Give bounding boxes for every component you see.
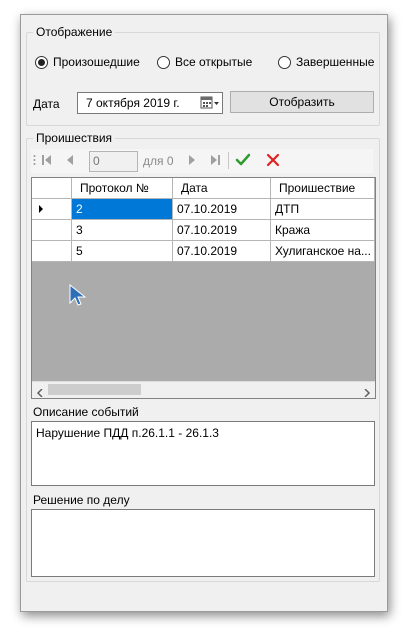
radio-occurred-circle[interactable] (35, 55, 48, 69)
cell-protocol[interactable]: 5 (72, 241, 173, 262)
date-picker-value: 7 октября 2019 г. (86, 96, 180, 110)
radio-completed-circle[interactable] (278, 55, 291, 69)
row-header-corner (32, 178, 72, 199)
column-header-date[interactable]: Дата (173, 178, 271, 199)
column-header-incident[interactable]: Проишествие (271, 178, 375, 199)
cell-protocol[interactable]: 3 (72, 220, 173, 241)
current-row-arrow-icon (39, 205, 43, 213)
cell-incident[interactable]: ДТП (271, 199, 375, 220)
table-row[interactable]: 2 07.10.2019 ДТП (32, 199, 375, 220)
incidents-group-title: Проишествия (33, 131, 116, 145)
row-header[interactable] (32, 220, 72, 241)
confirm-check-icon[interactable] (235, 152, 251, 171)
display-group-title: Отображение (33, 25, 116, 39)
position-input[interactable]: 0 (89, 151, 138, 172)
description-label: Описание событий (33, 405, 139, 419)
grid-header-row: Протокол № Дата Проишествие (32, 178, 375, 199)
toolbar-separator (228, 152, 229, 169)
cell-date[interactable]: 07.10.2019 (173, 241, 271, 262)
horizontal-scrollbar[interactable] (32, 381, 375, 398)
cell-incident[interactable]: Кража (271, 220, 375, 241)
move-previous-icon[interactable] (65, 154, 77, 169)
decision-textarea[interactable] (31, 509, 375, 577)
scrollbar-thumb[interactable] (48, 384, 141, 395)
radio-all-open-circle[interactable] (157, 55, 170, 69)
radio-all-open-label: Все открытые (175, 55, 253, 69)
main-window: Отображение Произошедшие Все открытые За… (20, 14, 388, 612)
radio-occurred[interactable]: Произошедшие (35, 55, 140, 69)
radio-completed-label: Завершенные (296, 55, 375, 69)
date-label: Дата (33, 97, 60, 111)
radio-all-open[interactable]: Все открытые (157, 55, 252, 69)
cancel-x-icon[interactable] (266, 153, 280, 170)
show-button[interactable]: Отобразить (230, 91, 374, 113)
scroll-left-icon[interactable] (36, 386, 44, 398)
scroll-right-icon[interactable] (363, 386, 371, 398)
cell-date[interactable]: 07.10.2019 (173, 199, 271, 220)
move-first-icon[interactable] (41, 154, 53, 169)
decision-label: Решение по делу (33, 493, 130, 507)
table-row[interactable]: 3 07.10.2019 Кража (32, 220, 375, 241)
cell-protocol[interactable]: 2 (72, 199, 173, 220)
show-button-label: Отобразить (269, 95, 335, 109)
radio-occurred-label: Произошедшие (53, 55, 140, 69)
incidents-grid[interactable]: Протокол № Дата Проишествие 2 07.10.2019… (31, 177, 376, 399)
position-value: 0 (93, 154, 100, 168)
row-header[interactable] (32, 241, 72, 262)
description-value: Нарушение ПДД п.26.1.1 - 26.1.3 (36, 426, 219, 440)
cell-date[interactable]: 07.10.2019 (173, 220, 271, 241)
date-picker[interactable]: 7 октября 2019 г. (77, 92, 223, 114)
count-label: для 0 (143, 154, 174, 168)
table-row[interactable]: 5 07.10.2019 Хулиганское на... (32, 241, 375, 262)
row-header-current[interactable] (32, 199, 72, 220)
move-last-icon[interactable] (209, 154, 221, 169)
cell-incident[interactable]: Хулиганское на... (271, 241, 375, 262)
calendar-dropdown-icon[interactable] (200, 96, 220, 110)
description-textarea[interactable]: Нарушение ПДД п.26.1.1 - 26.1.3 (31, 421, 375, 486)
radio-completed[interactable]: Завершенные (278, 55, 374, 69)
column-header-protocol[interactable]: Протокол № (72, 178, 173, 199)
navigator-toolbar (31, 149, 373, 173)
mouse-cursor-icon (69, 283, 87, 311)
toolbar-grip-icon (33, 154, 36, 171)
move-next-icon[interactable] (186, 154, 198, 169)
